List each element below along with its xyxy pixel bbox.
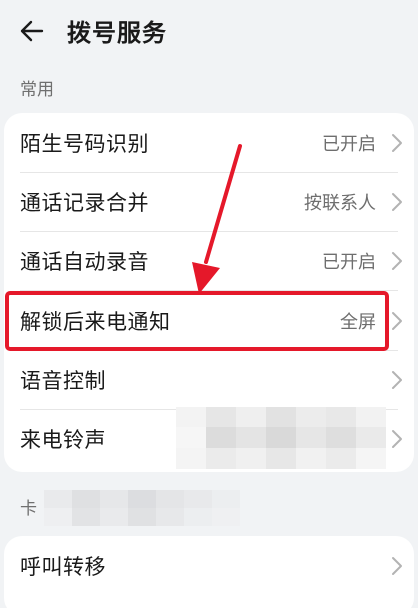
section-label-sim-card: 卡	[20, 499, 37, 519]
chevron-right-icon	[392, 556, 402, 575]
top-bar: 拨号服务	[0, 0, 418, 62]
section-label-common: 常用	[20, 80, 54, 100]
settings-card-sim: 呼叫转移	[4, 536, 414, 608]
setting-row-auto-record[interactable]: 通话自动录音 已开启	[4, 231, 414, 290]
setting-value: 已开启	[322, 251, 376, 273]
setting-row-call-log-merge[interactable]: 通话记录合并 按联系人	[4, 172, 414, 231]
chevron-right-icon	[392, 311, 402, 330]
chevron-right-icon	[392, 133, 402, 152]
blurred-sim-name	[44, 490, 240, 526]
setting-label: 来电铃声	[20, 427, 106, 452]
setting-label: 陌生号码识别	[20, 131, 149, 156]
setting-row-call-forwarding[interactable]: 呼叫转移	[4, 536, 414, 595]
arrow-left-icon[interactable]	[18, 17, 46, 45]
chevron-right-icon	[392, 370, 402, 389]
chevron-right-icon	[392, 192, 402, 211]
chevron-right-icon	[392, 251, 402, 270]
annotation-highlight-box	[5, 291, 389, 351]
page-title: 拨号服务	[67, 19, 167, 47]
setting-label: 呼叫转移	[20, 554, 106, 579]
setting-label: 通话记录合并	[20, 190, 149, 215]
chevron-right-icon	[392, 429, 402, 448]
setting-value: 按联系人	[304, 192, 376, 214]
setting-label: 语音控制	[20, 368, 106, 393]
blurred-ringtone-value	[176, 407, 386, 469]
setting-value: 已开启	[322, 133, 376, 155]
setting-row-unknown-number-id[interactable]: 陌生号码识别 已开启	[4, 113, 414, 172]
setting-row-voice-control[interactable]: 语音控制	[4, 350, 414, 409]
setting-label: 通话自动录音	[20, 249, 149, 274]
